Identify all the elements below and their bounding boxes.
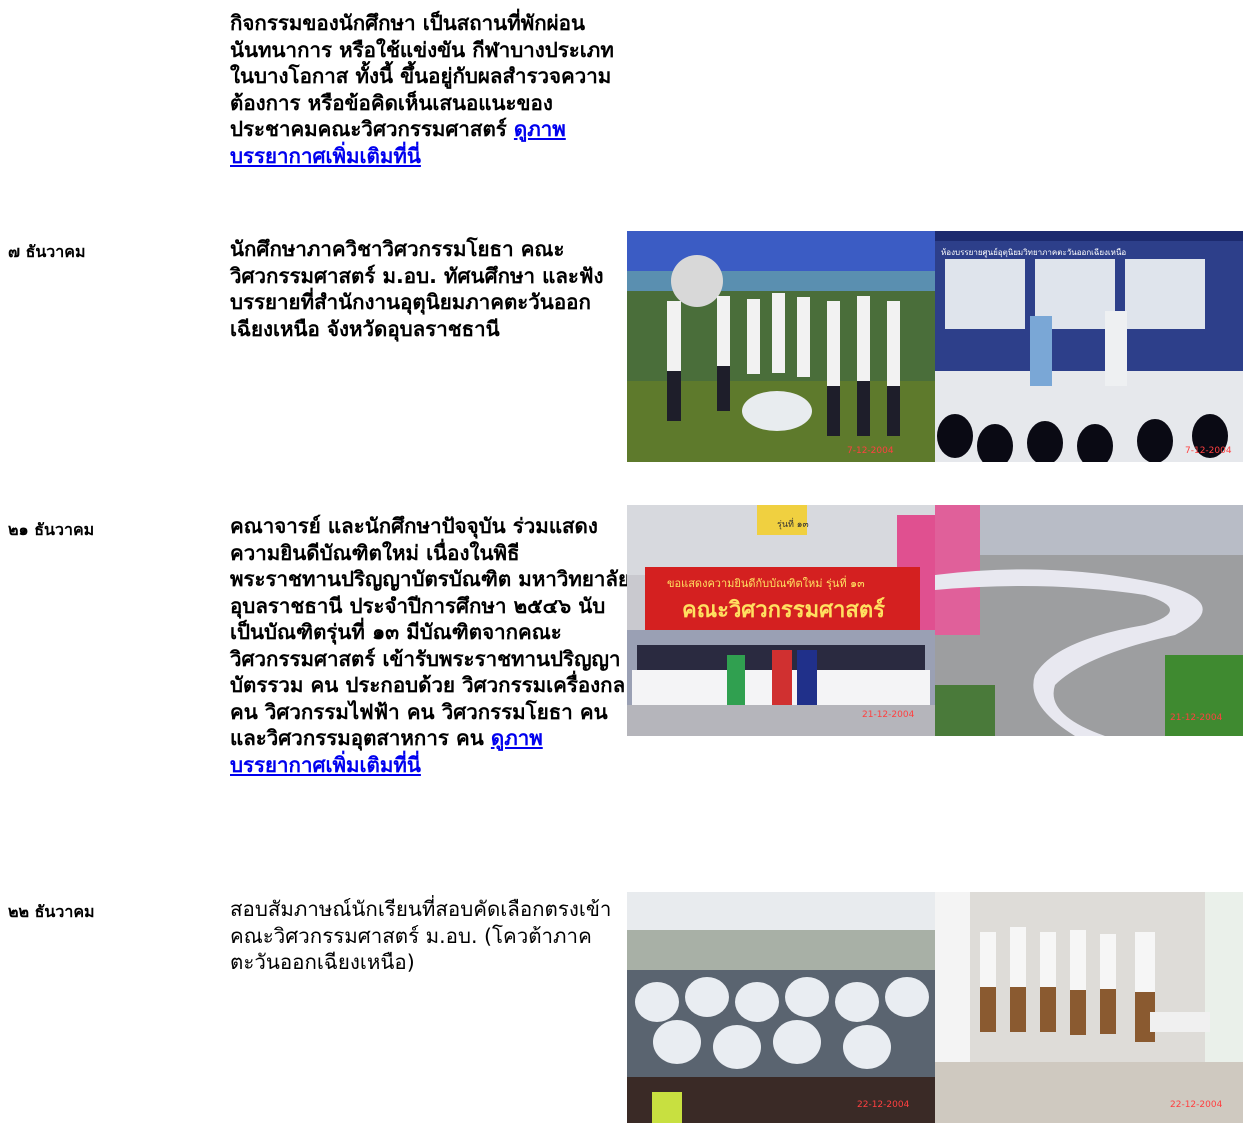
photo-weather-station-group: 7-12-2004 [627, 231, 935, 462]
photo-interview-waiting: 22-12-2004 [627, 892, 935, 1123]
photo-graduation-line: 21-12-2004 [935, 505, 1243, 736]
entry-text-3: สอบสัมภาษณ์นักเรียนที่สอบคัดเลือกตรงเข้า… [230, 896, 630, 976]
photo-weather-office-lecture: ห้องบรรยายศูนย์อุตุนิยมวิทยาภาคตะวันออกเ… [935, 231, 1243, 462]
photo-interview-corridor: 22-12-2004 [935, 892, 1243, 1123]
grad-banner-top: ขอแสดงความยินดีกับบัณฑิตใหม่ รุ่นที่ ๑๓ [667, 575, 865, 590]
entry-date-1: ๗ ธันวาคม [8, 242, 86, 261]
photo-graduation-group: รุ่นที่ ๑๓ ขอแสดงความยินดีกับบัณฑิตใหม่ … [627, 505, 935, 736]
photo-date-stamp: 21-12-2004 [1170, 713, 1223, 723]
entry-text-1: นักศึกษาภาควิชาวิศวกรรมโยธา คณะวิศวกรรมศ… [230, 236, 630, 342]
entry-text-0: กิจกรรมของนักศึกษา เป็นสถานที่พักผ่อน นั… [230, 10, 630, 169]
entry-text-body-1: นักศึกษาภาควิชาวิศวกรรมโยธา คณะวิศวกรรมศ… [230, 237, 604, 341]
photo-date-stamp: 21-12-2004 [862, 710, 915, 720]
entry-text-body-3: สอบสัมภาษณ์นักเรียนที่สอบคัดเลือกตรงเข้า… [230, 897, 612, 974]
entry-text-2: คณาจารย์ และนักศึกษาปัจจุบัน ร่วมแสดงควา… [230, 513, 630, 778]
lecture-banner-text: ห้องบรรยายศูนย์อุตุนิยมวิทยาภาคตะวันออกเ… [941, 247, 1126, 258]
entry-date-3: ๒๒ ธันวาคม [8, 902, 95, 921]
entry-date-2: ๒๑ ธันวาคม [8, 520, 95, 539]
photo-date-stamp: 22-12-2004 [1170, 1100, 1223, 1110]
entry-text-body-2: คณาจารย์ และนักศึกษาปัจจุบัน ร่วมแสดงควา… [230, 514, 630, 750]
photo-date-stamp: 22-12-2004 [857, 1100, 910, 1110]
photo-date-stamp: 7-12-2004 [847, 446, 894, 456]
grad-banner-main: คณะวิศวกรรมศาสตร์ [682, 597, 885, 623]
photo-date-stamp: 7-12-2004 [1185, 446, 1232, 456]
